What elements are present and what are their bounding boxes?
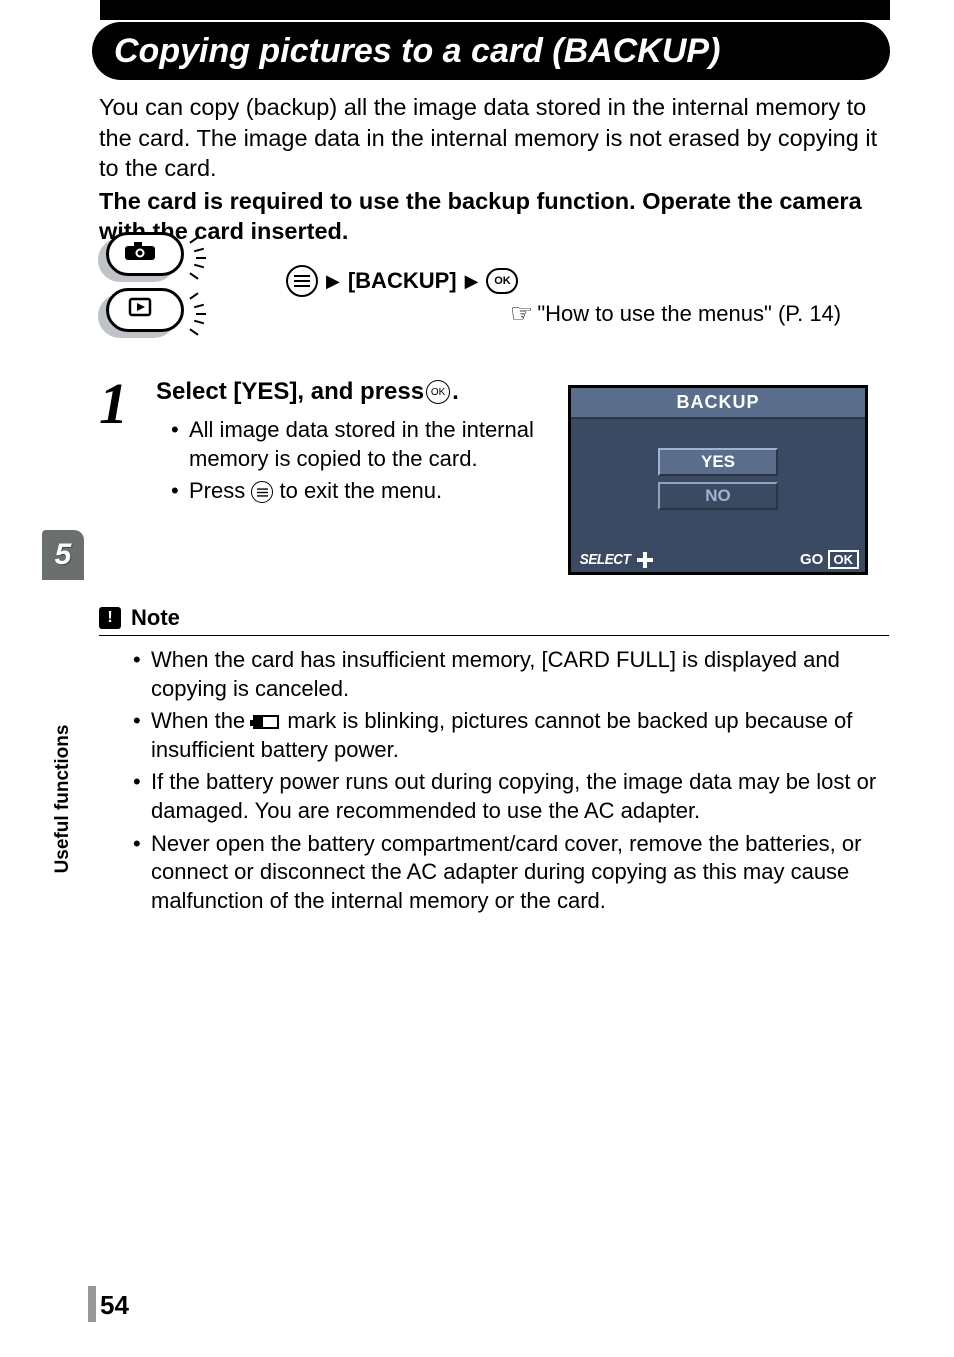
- dial-ticks-2: [186, 291, 208, 335]
- lcd-title: BACKUP: [571, 388, 865, 419]
- battery-icon: [253, 715, 279, 729]
- lcd-footer-go: GO OK: [800, 551, 859, 568]
- hand-icon: ☞: [510, 298, 533, 329]
- note-heading-row: ! Note: [99, 605, 889, 636]
- cross-reference: ☞ "How to use the menus" (P. 14): [510, 298, 841, 329]
- step-title-before: Select [YES], and press: [156, 378, 424, 406]
- lcd-footer-select: SELECT: [577, 551, 653, 568]
- ok-box-icon: OK: [828, 550, 860, 569]
- playback-mode-dial: [98, 288, 186, 338]
- header-black-bar: [100, 0, 890, 20]
- chapter-number: 5: [42, 530, 84, 580]
- intro-bold: The card is required to use the backup f…: [99, 186, 889, 247]
- lcd-screen: BACKUP YES NO SELECT GO OK: [568, 385, 868, 575]
- step-bullet-1: All image data stored in the internal me…: [171, 416, 561, 473]
- note-item-1: When the card has insufficient memory, […: [133, 646, 889, 703]
- intro-block: You can copy (backup) all the image data…: [99, 92, 889, 247]
- note-item-2: When the mark is blinking, pictures cann…: [133, 707, 889, 764]
- lcd-options: YES NO: [571, 419, 865, 539]
- note-bullets: When the card has insufficient memory, […: [133, 646, 889, 915]
- nav-menu-item: [BACKUP]: [348, 268, 457, 294]
- note-heading: Note: [131, 605, 180, 631]
- ok-button-icon: OK: [486, 268, 518, 294]
- page-root: Copying pictures to a card (BACKUP) You …: [0, 0, 954, 1357]
- menu-circle-icon: [251, 481, 273, 503]
- camera-icon: [124, 241, 156, 261]
- section-title-bar: Copying pictures to a card (BACKUP): [92, 22, 890, 80]
- note-item-4: Never open the battery compartment/card …: [133, 830, 889, 916]
- dpad-icon: [637, 552, 653, 568]
- mode-dials: [98, 232, 208, 344]
- step-bullets: All image data stored in the internal me…: [171, 416, 561, 506]
- play-icon: [124, 297, 156, 317]
- step-number: 1: [99, 370, 128, 437]
- lcd-option-yes: YES: [658, 448, 778, 476]
- intro-text: You can copy (backup) all the image data…: [99, 92, 889, 184]
- lcd-footer: SELECT GO OK: [577, 551, 859, 568]
- step-title-after: .: [452, 378, 459, 406]
- chapter-label: Useful functions: [52, 725, 74, 874]
- dial-ticks: [186, 235, 208, 279]
- section-title: Copying pictures to a card (BACKUP): [114, 32, 720, 71]
- arrow-icon: ▶: [465, 271, 479, 292]
- note-section: ! Note When the card has insufficient me…: [99, 605, 889, 919]
- ok-circle-icon: OK: [426, 380, 450, 404]
- lcd-option-no: NO: [658, 482, 778, 510]
- playback-mode-dial-row: [98, 288, 208, 338]
- arrow-icon: ▶: [326, 271, 340, 292]
- reference-text: "How to use the menus" (P. 14): [537, 301, 841, 327]
- page-number: 54: [100, 1290, 129, 1321]
- step-bullet-2: Press to exit the menu.: [171, 477, 561, 506]
- note-item-3: If the battery power runs out during cop…: [133, 768, 889, 825]
- shooting-mode-dial-row: [98, 232, 208, 282]
- menu-navigation-path: ▶ [BACKUP] ▶ OK: [286, 265, 518, 297]
- shooting-mode-dial: [98, 232, 186, 282]
- page-number-marker: [88, 1286, 96, 1322]
- side-chapter-tab: 5 Useful functions: [42, 530, 84, 810]
- exclamation-icon: !: [99, 607, 121, 629]
- menu-button-icon: [286, 265, 318, 297]
